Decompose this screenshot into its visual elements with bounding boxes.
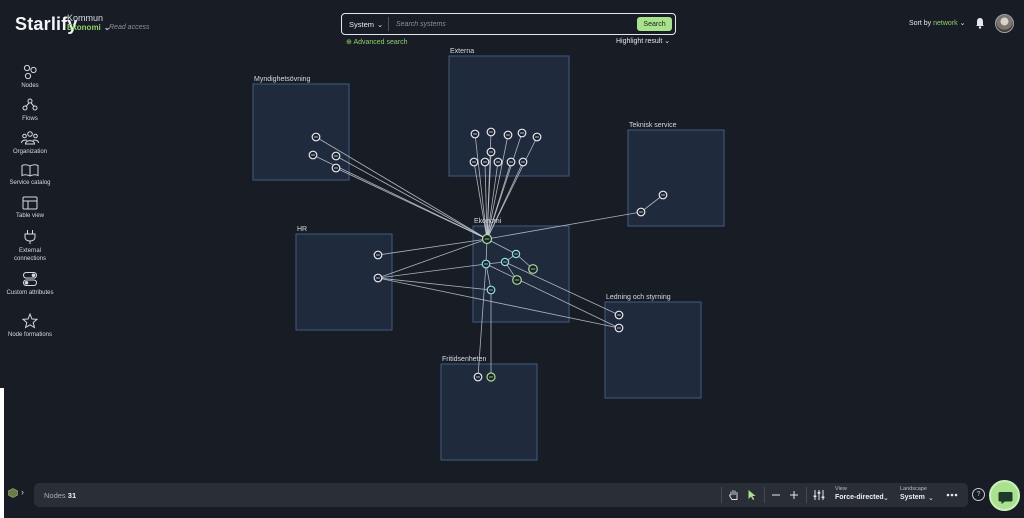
plus-icon — [790, 491, 798, 499]
group-box[interactable] — [448, 55, 570, 177]
workspace-selector[interactable]: Ekonomi ⌄ — [67, 23, 110, 32]
sidebar-item-label: Node formations — [7, 332, 53, 338]
chevron-down-icon: ⌄ — [928, 495, 934, 502]
more-options-button[interactable] — [944, 487, 960, 503]
landscape-value: System — [900, 494, 925, 501]
app-window: Myndighetsövning Externa Teknisk service Ek… — [0, 0, 1024, 518]
group-label: Ledning och styrning — [606, 294, 671, 301]
sidebar-item-table-view[interactable]: Table view — [4, 196, 56, 220]
chat-icon — [998, 492, 1013, 504]
window-edge — [0, 388, 4, 518]
chevron-right-icon[interactable]: › — [21, 487, 24, 497]
search-bar: System ⌄ Search — [341, 13, 676, 35]
chevron-down-icon: ⌄ — [664, 38, 671, 45]
select-tool-button[interactable] — [744, 487, 760, 503]
sidebar-item-label: Table view — [15, 213, 44, 219]
nodes-count: Nodes 31 — [44, 491, 76, 500]
sidebar-item-label: Organization — [12, 149, 48, 155]
sidebar-item-label: Flows — [22, 116, 38, 122]
sort-value: network — [933, 20, 958, 27]
nodes-icon — [23, 64, 37, 80]
sidebar-item-label: Nodes — [21, 83, 39, 89]
landscape-label: Landscape — [900, 486, 927, 492]
bell-icon[interactable] — [975, 17, 985, 29]
view-label: View — [835, 486, 847, 492]
sidebar-item-label: Custom attributes — [6, 290, 54, 296]
sort-dropdown[interactable]: Sort by network ⌄ — [909, 19, 965, 27]
chevron-down-icon: ⌄ — [959, 20, 966, 27]
plus-circle-icon: ⊕ — [346, 39, 352, 46]
minus-icon — [772, 494, 780, 496]
network-graph[interactable]: Myndighetsövning Externa Teknisk service Ek… — [0, 0, 1024, 480]
advanced-search-link[interactable]: ⊕ Advanced search — [346, 38, 408, 46]
table-view-icon — [22, 196, 38, 210]
divider — [721, 487, 722, 503]
flow-edge[interactable] — [335, 167, 488, 240]
chevron-down-icon: ⌄ — [377, 20, 384, 29]
cursor-icon — [748, 490, 756, 500]
cube-icon[interactable] — [8, 488, 18, 498]
nodes-count-label: Nodes — [44, 491, 66, 500]
sidebar-item-nodes[interactable]: Nodes — [4, 64, 56, 90]
flow-edge[interactable] — [377, 263, 487, 279]
help-label: ? — [976, 491, 981, 498]
star-icon — [22, 313, 38, 329]
search-type-label: System — [349, 20, 375, 29]
avatar[interactable] — [995, 14, 1014, 33]
chevron-down-icon: ⌄ — [883, 495, 889, 502]
sidebar-item-node-formations[interactable]: Node formations — [4, 313, 56, 339]
advanced-search-label: Advanced search — [353, 39, 408, 46]
view-value: Force-directed — [835, 494, 884, 501]
flow-edge[interactable] — [377, 238, 488, 279]
sidebar-item-flows[interactable]: Flows — [4, 97, 56, 123]
sliders-icon — [813, 490, 825, 500]
zoom-out-button[interactable] — [768, 487, 784, 503]
group-label: Externa — [450, 48, 474, 55]
access-level: Read access — [109, 24, 150, 31]
search-input[interactable] — [396, 17, 626, 31]
bottom-toolbar: Nodes 31 View Force-directed ⌄ Landscape… — [34, 483, 968, 507]
more-horizontal-icon — [946, 493, 958, 497]
search-button[interactable]: Search — [637, 17, 672, 31]
zoom-in-button[interactable] — [786, 487, 802, 503]
plug-icon — [24, 230, 36, 244]
nodes-count-value: 31 — [67, 491, 77, 500]
filter-settings-button[interactable] — [811, 487, 827, 503]
organization-icon — [21, 131, 39, 145]
service-catalog-icon — [21, 164, 39, 177]
chat-button[interactable] — [989, 480, 1020, 511]
group-label: HR — [297, 226, 307, 233]
highlight-result-label: Highlight result — [616, 38, 663, 45]
sidebar-item-label: External connections — [13, 248, 47, 262]
divider — [764, 487, 765, 503]
organization-name: Kommun — [67, 13, 104, 23]
sidebar-item-external-connections[interactable]: External connections — [4, 229, 56, 263]
sort-prefix: Sort by — [909, 20, 932, 27]
workspace-name: Ekonomi — [67, 23, 101, 32]
highlight-result-dropdown[interactable]: Highlight result ⌄ — [616, 37, 670, 45]
hand-icon — [729, 490, 738, 500]
sidebar-item-organization[interactable]: Organization — [4, 130, 56, 156]
help-button[interactable]: ? — [972, 488, 985, 501]
divider — [806, 487, 807, 503]
sidebar-item-custom-attributes[interactable]: Custom attributes — [4, 271, 56, 297]
flow-edge[interactable] — [377, 238, 488, 256]
pan-tool-button[interactable] — [726, 487, 742, 503]
group-label: Myndighetsövning — [254, 76, 311, 83]
flows-icon — [22, 98, 38, 111]
sidebar-item-label: Service catalog — [9, 180, 51, 186]
toggle-icon — [23, 272, 37, 286]
divider — [388, 17, 389, 31]
group-label: Teknisk service — [629, 122, 677, 129]
sidebar-item-service-catalog[interactable]: Service catalog — [4, 163, 56, 187]
search-type-dropdown[interactable]: System ⌄ — [349, 20, 383, 29]
